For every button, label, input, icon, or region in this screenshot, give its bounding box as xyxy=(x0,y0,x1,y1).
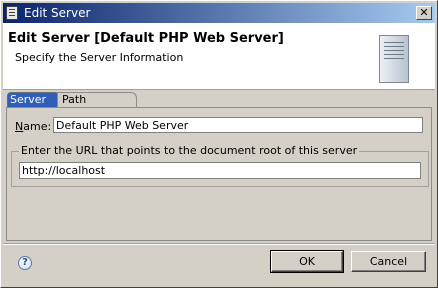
server-url-input[interactable] xyxy=(19,162,421,179)
close-button[interactable]: ✕ xyxy=(416,6,432,20)
title-bar[interactable]: Edit Server ✕ xyxy=(3,3,435,23)
dialog-header: Edit Server [Default PHP Web Server] Spe… xyxy=(3,23,435,90)
name-label-text: ame: xyxy=(23,120,52,133)
ok-button[interactable]: OK xyxy=(270,250,344,273)
name-label-mnemonic: N xyxy=(15,120,24,133)
edit-server-dialog: Edit Server ✕ Edit Server [Default PHP W… xyxy=(0,0,438,288)
server-name-input[interactable] xyxy=(53,117,423,133)
window-icon xyxy=(6,6,18,20)
name-label: Name: xyxy=(15,120,51,133)
window-title: Edit Server xyxy=(24,6,91,20)
header-title: Edit Server [Default PHP Web Server] xyxy=(8,31,284,46)
tab-server[interactable]: Server xyxy=(7,92,59,107)
help-icon[interactable]: ? xyxy=(18,256,32,270)
url-group-label: Enter the URL that points to the documen… xyxy=(19,144,360,157)
cancel-button[interactable]: Cancel xyxy=(351,251,426,272)
tab-path-mapping[interactable]: Path Mapping xyxy=(57,92,137,120)
footer-separator xyxy=(3,243,435,245)
server-icon xyxy=(379,35,409,83)
header-subtitle: Specify the Server Information xyxy=(15,51,184,64)
